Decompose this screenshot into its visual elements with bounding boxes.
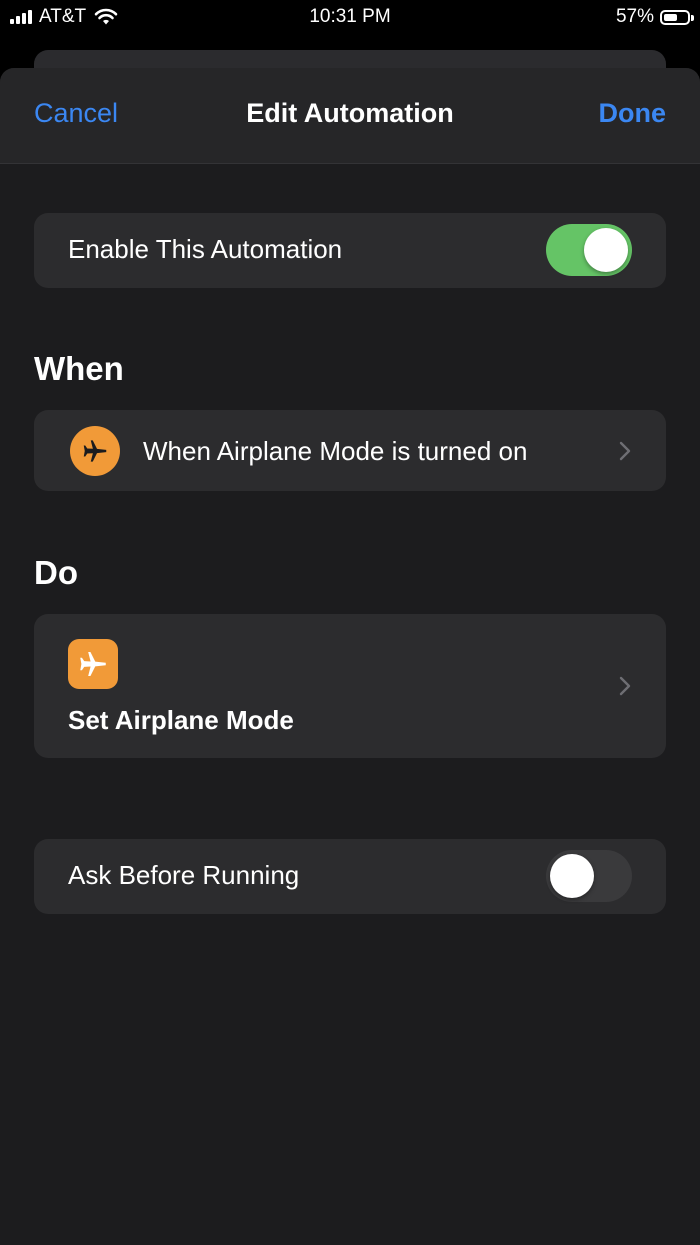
action-label: Set Airplane Mode xyxy=(68,705,294,735)
airplane-glyph xyxy=(83,440,107,462)
action-row[interactable]: Set Airplane Mode xyxy=(34,614,666,758)
status-time: 10:31 PM xyxy=(309,6,391,27)
battery-icon xyxy=(660,9,694,25)
chevron-right-icon xyxy=(619,676,631,696)
enable-automation-toggle[interactable] xyxy=(546,224,632,276)
edit-automation-sheet: Cancel Edit Automation Done Enable This … xyxy=(0,68,700,1245)
airplane-icon xyxy=(70,426,120,476)
toggle-knob xyxy=(550,854,594,898)
done-button[interactable]: Done xyxy=(599,98,667,129)
nav-bar: Cancel Edit Automation Done xyxy=(0,68,700,164)
page-title: Edit Automation xyxy=(246,98,454,128)
trigger-label: When Airplane Mode is turned on xyxy=(143,436,528,466)
ask-before-running-toggle[interactable] xyxy=(546,850,632,902)
ask-before-running-label: Ask Before Running xyxy=(68,860,300,890)
airplane-icon xyxy=(68,639,118,689)
enable-automation-row: Enable This Automation xyxy=(34,213,666,288)
airplane-glyph xyxy=(80,651,106,677)
battery-percent: 57% xyxy=(615,6,654,27)
toggle-knob xyxy=(584,228,628,272)
battery-cap xyxy=(691,14,694,21)
status-bar: AT&T 10:31 PM 57% xyxy=(0,0,700,36)
battery-fill xyxy=(664,13,677,21)
ask-before-running-row: Ask Before Running xyxy=(34,839,666,914)
status-right: 57% xyxy=(615,6,694,28)
trigger-row[interactable]: When Airplane Mode is turned on xyxy=(34,410,666,491)
do-section-header: Do xyxy=(34,554,78,591)
when-section-header: When xyxy=(34,350,124,387)
chevron-right-icon xyxy=(619,441,631,461)
enable-automation-label: Enable This Automation xyxy=(68,234,343,264)
